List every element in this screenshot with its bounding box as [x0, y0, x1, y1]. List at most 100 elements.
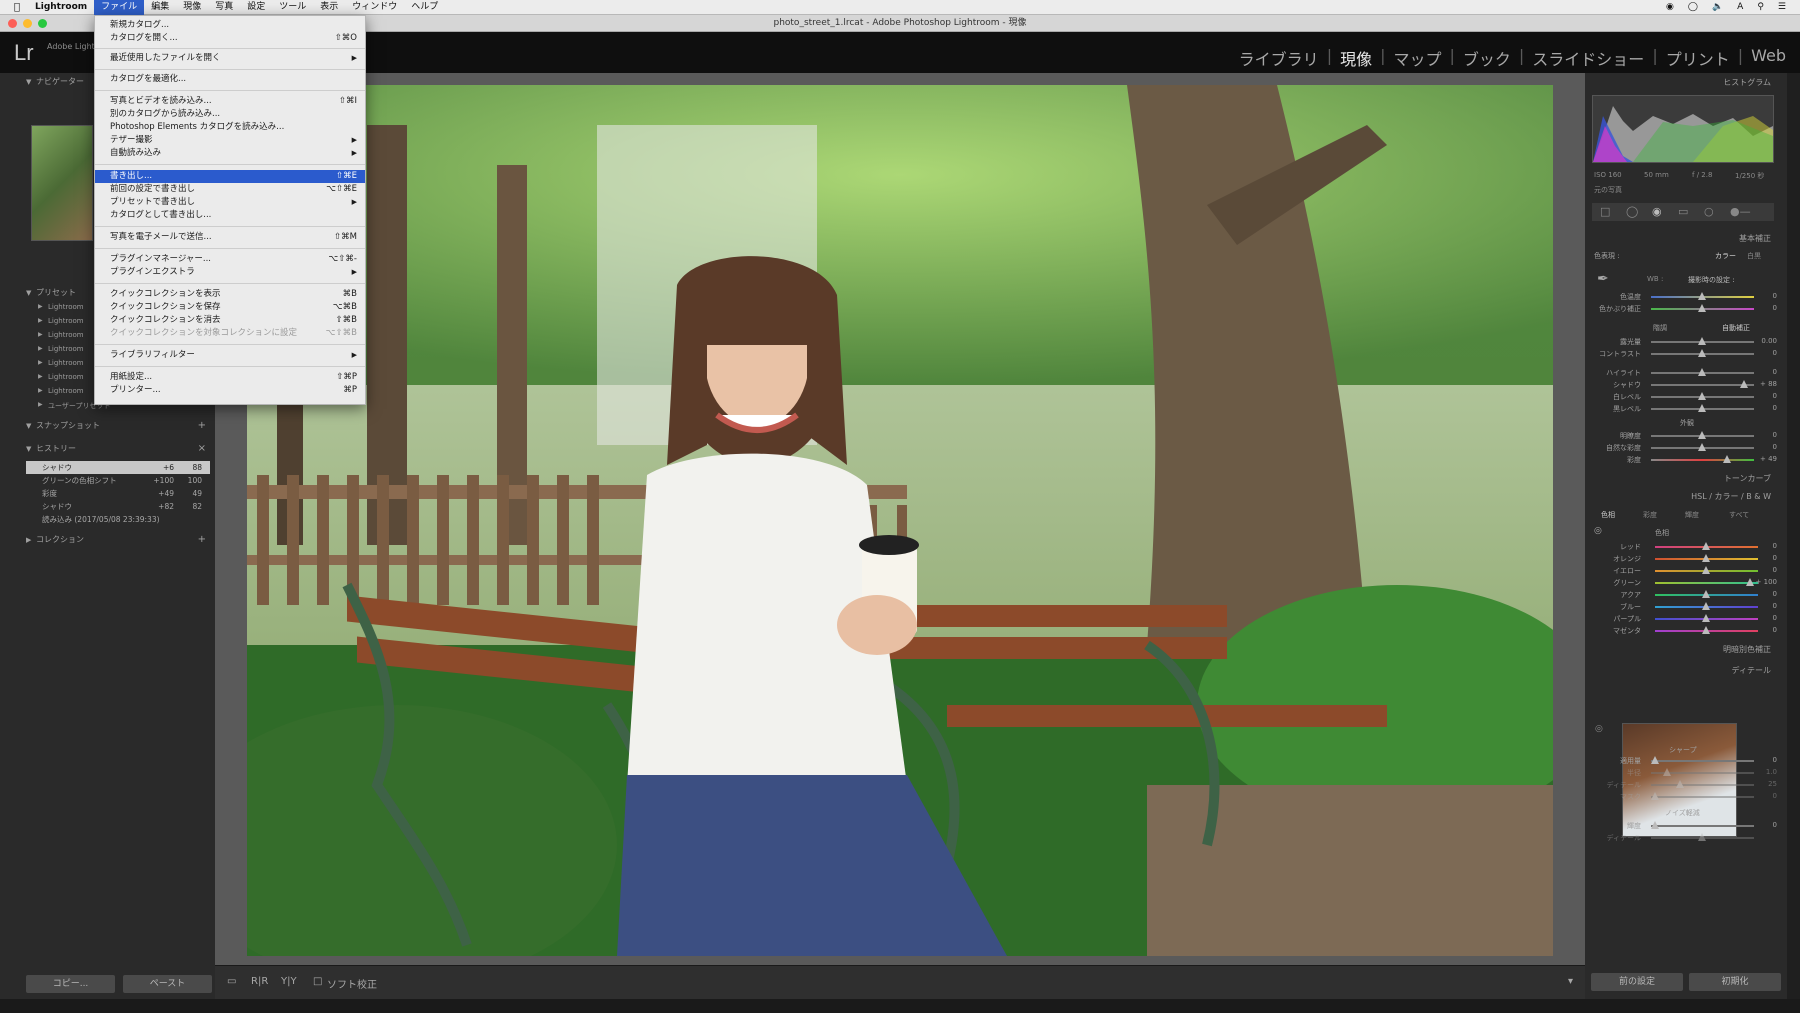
module-library[interactable]: ライブラリ [1233, 46, 1325, 70]
hue-blue-slider[interactable]: ブルー 0 [1591, 601, 1779, 613]
wb-select[interactable]: 撮影時の設定 : [1688, 275, 1735, 285]
navigator-preview[interactable] [31, 125, 93, 241]
menu-item-import-elements[interactable]: Photoshop Elements カタログを読み込み... [95, 121, 365, 134]
sharpen-detail-slider[interactable]: ディテール 25 [1591, 779, 1779, 791]
shadows-slider[interactable]: シャドウ + 88 [1591, 379, 1779, 391]
before-after-icon[interactable]: R|R [251, 976, 268, 987]
filmstrip-collapsed[interactable] [0, 999, 1800, 1013]
histogram-header[interactable]: ヒストグラム [1723, 77, 1771, 88]
menu-settings[interactable]: 設定 [240, 0, 272, 15]
saturation-slider[interactable]: 彩度 + 49 [1591, 454, 1779, 466]
sharpen-amount-slider[interactable]: 適用量 0 [1591, 755, 1779, 767]
module-web[interactable]: Web [1745, 46, 1792, 70]
hsl-tab-lum[interactable]: 輝度 [1685, 510, 1699, 520]
sharpen-mask-slider[interactable]: マスク 0 [1591, 791, 1779, 803]
module-print[interactable]: プリント [1660, 46, 1736, 70]
menu-photo[interactable]: 写真 [208, 0, 240, 15]
history-item[interactable]: 読み込み (2017/05/08 23:39:33) [26, 513, 210, 526]
status-icon-2[interactable]: ◯ [1688, 2, 1698, 12]
spotlight-icon[interactable]: ⚲ [1757, 2, 1764, 12]
main-photo[interactable] [247, 85, 1553, 956]
wb-eyedropper-icon[interactable]: ✒ [1597, 271, 1609, 287]
menu-item-open-catalog[interactable]: カタログを開く... ⇧⌘O [95, 32, 365, 45]
close-window-icon[interactable] [8, 19, 17, 28]
histogram[interactable] [1592, 95, 1774, 163]
menu-item-open-recent[interactable]: 最近使用したファイルを開く ▶ [95, 52, 365, 65]
collections-header[interactable]: ▶ コレクション + [22, 533, 212, 547]
module-slideshow[interactable]: スライドショー [1526, 46, 1650, 70]
menu-window[interactable]: ウィンドウ [345, 0, 404, 15]
split-toning-header[interactable]: 明暗別色補正 [1723, 644, 1771, 655]
hue-green-slider[interactable]: グリーン + 100 [1591, 577, 1779, 589]
vibrance-slider[interactable]: 自然な彩度 0 [1591, 442, 1779, 454]
hsl-tab-hue[interactable]: 色相 [1601, 510, 1615, 520]
minimize-window-icon[interactable] [23, 19, 32, 28]
hsl-tab-sat[interactable]: 彩度 [1643, 510, 1657, 520]
spot-removal-icon[interactable]: ◯ [1626, 205, 1638, 218]
preset-folder[interactable]: ▶ Lightroom [38, 373, 84, 381]
history-header[interactable]: ▼ ヒストリー × [22, 442, 212, 456]
module-map[interactable]: マップ [1387, 46, 1447, 70]
hsl-tab-all[interactable]: すべて [1729, 510, 1749, 520]
tint-slider[interactable]: 色かぶり補正 0 [1591, 303, 1779, 315]
menu-item-optimize-catalog[interactable]: カタログを最適化... [95, 73, 365, 86]
status-icon-1[interactable]: ◉ [1666, 2, 1674, 12]
whites-slider[interactable]: 白レベル 0 [1591, 391, 1779, 403]
photo-view[interactable] [215, 73, 1585, 965]
loupe-view-icon[interactable]: ▭ [227, 976, 236, 987]
redeye-icon[interactable]: ◉ [1652, 205, 1662, 218]
hue-magenta-slider[interactable]: マゼンタ 0 [1591, 625, 1779, 637]
hue-orange-slider[interactable]: オレンジ 0 [1591, 553, 1779, 565]
before-after-yy-icon[interactable]: Y|Y [281, 976, 297, 987]
menu-item-page-setup[interactable]: 用紙設定... ⇧⌘P [95, 371, 365, 384]
snapshots-header[interactable]: ▼ スナップショット + [22, 419, 212, 433]
toolbar-menu-icon[interactable]: ▾ [1568, 976, 1573, 987]
tonecurve-header[interactable]: トーンカーブ [1724, 473, 1771, 484]
radial-filter-icon[interactable]: ○ [1704, 205, 1714, 218]
highlights-slider[interactable]: ハイライト 0 [1591, 367, 1779, 379]
hsl-header[interactable]: HSL / カラー / B & W [1691, 491, 1771, 502]
input-icon[interactable]: A [1737, 2, 1743, 12]
preset-folder[interactable]: ▶ Lightroom [38, 303, 84, 311]
menu-item-clear-quick[interactable]: クイックコレクションを消去 ⇧⌘B [95, 314, 365, 327]
menu-item-save-quick[interactable]: クイックコレクションを保存 ⌥⌘B [95, 301, 365, 314]
hue-yellow-slider[interactable]: イエロー 0 [1591, 565, 1779, 577]
module-book[interactable]: ブック [1457, 46, 1517, 70]
volume-icon[interactable]: 🔈 [1712, 2, 1723, 12]
menu-view[interactable]: 表示 [313, 0, 345, 15]
targeted-adjust-icon[interactable]: ◎ [1594, 526, 1602, 536]
temp-slider[interactable]: 色温度 0 [1591, 291, 1779, 303]
detail-header[interactable]: ディテール [1732, 665, 1771, 676]
auto-tone-button[interactable]: 自動補正 [1722, 323, 1750, 333]
clarity-slider[interactable]: 明瞭度 0 [1591, 430, 1779, 442]
hue-aqua-slider[interactable]: アクア 0 [1591, 589, 1779, 601]
sharpen-radius-slider[interactable]: 半径 1.0 [1591, 767, 1779, 779]
history-item[interactable]: グリーンの色相シフト +100 100 [26, 474, 210, 487]
preset-folder[interactable]: ▶ Lightroom [38, 317, 84, 325]
menu-app[interactable]: Lightroom [28, 0, 94, 15]
menu-item-email[interactable]: 写真を電子メールで送信... ⇧⌘M [95, 231, 365, 244]
preset-folder[interactable]: ▶ Lightroom [38, 345, 84, 353]
exposure-slider[interactable]: 露光量 0.00 [1591, 336, 1779, 348]
copy-button[interactable]: コピー... [26, 975, 115, 993]
menu-item-import-catalog[interactable]: 別のカタログから読み込み... [95, 108, 365, 121]
detail-target-icon[interactable]: ◎ [1595, 724, 1603, 734]
apple-icon[interactable]:  [0, 2, 28, 13]
menu-item-library-filter[interactable]: ライブラリフィルター ▶ [95, 349, 365, 362]
noise-luminance-slider[interactable]: 輝度 0 [1591, 820, 1779, 832]
menu-item-export[interactable]: 書き出し... ⇧⌘E [95, 170, 365, 183]
menu-develop[interactable]: 現像 [176, 0, 208, 15]
previous-settings-button[interactable]: 前の設定 [1591, 973, 1683, 991]
basic-header[interactable]: 基本補正 [1739, 233, 1771, 244]
menu-item-printer[interactable]: プリンター... ⌘P [95, 384, 365, 397]
menu-item-import-photos[interactable]: 写真とビデオを読み込み... ⇧⌘I [95, 95, 365, 108]
softproof-checkbox[interactable]: □ [313, 976, 322, 987]
menu-item-export-preset[interactable]: プリセットで書き出し ▶ [95, 196, 365, 209]
menu-item-plugin-manager[interactable]: プラグインマネージャー... ⌥⇧⌘- [95, 253, 365, 266]
reset-button[interactable]: 初期化 [1689, 973, 1781, 991]
crop-icon[interactable]: □ [1600, 205, 1610, 218]
menu-tools[interactable]: ツール [272, 0, 313, 15]
menu-item-plugin-extras[interactable]: プラグインエクストラ ▶ [95, 266, 365, 279]
hue-purple-slider[interactable]: パープル 0 [1591, 613, 1779, 625]
paste-button[interactable]: ペースト [123, 975, 212, 993]
